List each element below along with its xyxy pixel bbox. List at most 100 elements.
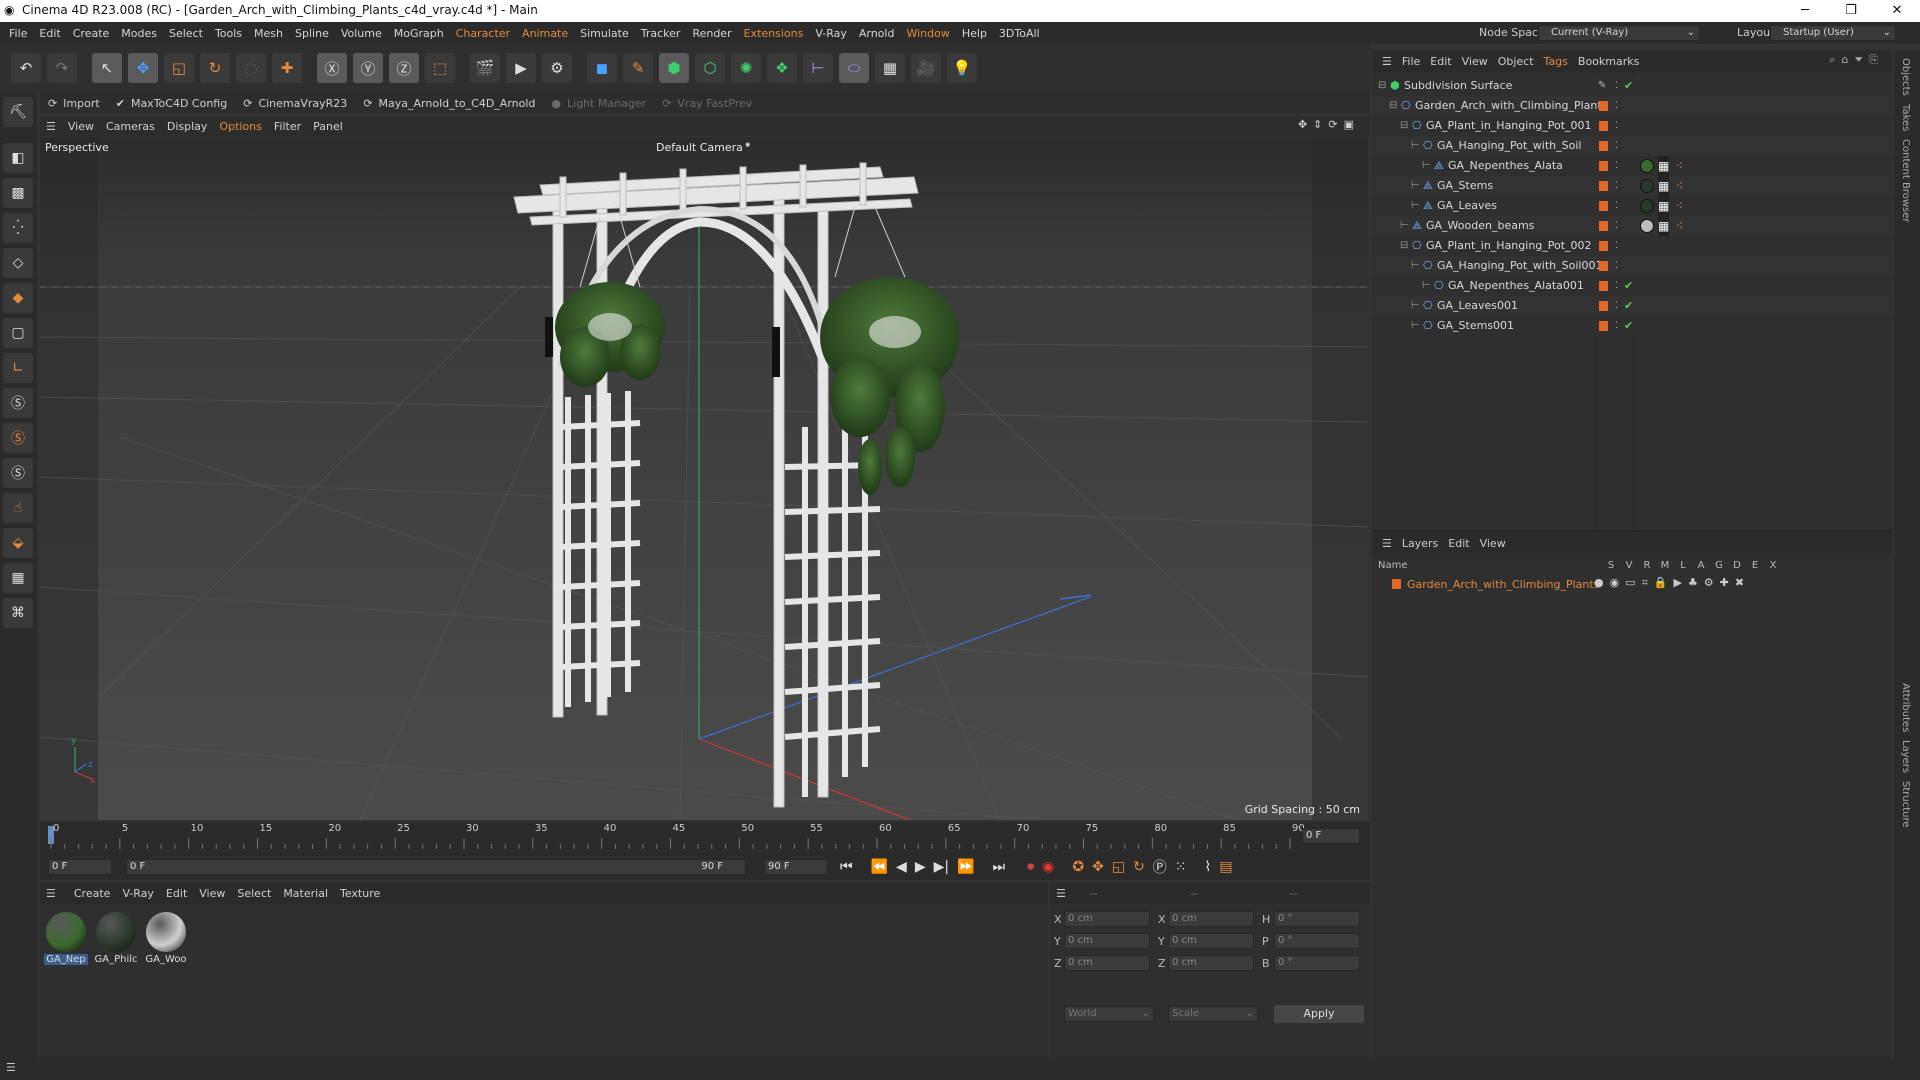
workplane-icon[interactable]: ⬙ bbox=[3, 528, 33, 558]
material-item[interactable]: GA_Philc bbox=[94, 912, 138, 965]
object-name[interactable]: GA_Stems001 bbox=[1437, 316, 1514, 336]
model-mode-icon[interactable]: ◧ bbox=[3, 143, 33, 173]
object-name[interactable]: GA_Plant_in_Hanging_Pot_002 bbox=[1426, 236, 1592, 256]
object-row[interactable]: ⊢ ⟁ GA_Nepenthes_Alata ⁚ ▦ ⁖ bbox=[1372, 156, 1892, 176]
menu-tracker[interactable]: Tracker bbox=[641, 27, 681, 40]
extrude-icon[interactable]: ⬡ bbox=[695, 53, 725, 83]
visibility-dots-icon[interactable]: ⁚ bbox=[1615, 196, 1618, 216]
object-menu-edit[interactable]: Edit bbox=[1430, 55, 1451, 68]
menu-volume[interactable]: Volume bbox=[341, 27, 382, 40]
material-tag-icon[interactable] bbox=[1640, 179, 1654, 193]
axis-mode-icon[interactable]: ∟ bbox=[3, 353, 33, 383]
world-select[interactable]: World ⌄ bbox=[1064, 1006, 1154, 1022]
visibility-dots-icon[interactable]: ⁚ bbox=[1615, 236, 1618, 256]
render-view-icon[interactable]: ▶ bbox=[506, 53, 536, 83]
object-row[interactable]: ⊟ ⎔ Garden_Arch_with_Climbing_Plants ⁚ bbox=[1372, 96, 1892, 116]
vray-tag-icon[interactable]: ⁖ bbox=[1676, 176, 1683, 196]
render-region-icon[interactable]: 🎬 bbox=[470, 53, 500, 83]
start-frame-field[interactable]: 0 F bbox=[48, 859, 112, 875]
autokey-icon[interactable]: ◉ bbox=[1042, 859, 1054, 875]
menu-mesh[interactable]: Mesh bbox=[254, 27, 283, 40]
undo-icon[interactable]: ↶ bbox=[11, 53, 41, 83]
menu-3dtoall[interactable]: 3DToAll bbox=[999, 27, 1040, 40]
material-item[interactable]: GA_Woo bbox=[144, 912, 188, 965]
object-name[interactable]: GA_Wooden_beams bbox=[1426, 216, 1534, 236]
import-button[interactable]: Import bbox=[63, 97, 100, 110]
object-name[interactable]: GA_Hanging_Pot_with_Soil001 bbox=[1437, 256, 1602, 276]
texture-tag-icon[interactable]: ▦ bbox=[1658, 156, 1670, 176]
enabled-check-icon[interactable]: ✔ bbox=[1624, 316, 1633, 336]
go-to-start-icon[interactable]: ⏮ bbox=[840, 859, 853, 875]
render-settings-icon[interactable]: ⚙ bbox=[542, 53, 572, 83]
object-row[interactable]: ⊟ ⎔ GA_Plant_in_Hanging_Pot_002 ⁚ bbox=[1372, 236, 1892, 256]
move-tool-icon[interactable]: ✥ bbox=[128, 53, 158, 83]
pen-icon[interactable]: ✎ bbox=[623, 53, 653, 83]
current-frame-field[interactable]: 0 F bbox=[1302, 828, 1360, 844]
object-row[interactable]: ⊟ ⬢ Subdivision Surface ✎ ⁚ ✔ bbox=[1372, 76, 1892, 96]
layer-color-swatch[interactable] bbox=[1599, 181, 1608, 191]
end-frame-field[interactable]: 90 F bbox=[764, 859, 828, 875]
menu-character[interactable]: Character bbox=[456, 27, 510, 40]
layer-color-swatch[interactable] bbox=[1599, 101, 1608, 111]
snap-icon[interactable]: Ⓢ bbox=[3, 388, 33, 418]
layer-menu-edit[interactable]: Edit bbox=[1448, 537, 1469, 550]
floor-icon[interactable]: ▦ bbox=[875, 53, 905, 83]
menu-arnold[interactable]: Arnold bbox=[859, 27, 895, 40]
hamburger-icon[interactable]: ☰ bbox=[1382, 55, 1392, 68]
prev-key-icon[interactable]: ⏪ bbox=[871, 859, 888, 875]
object-menu-view[interactable]: View bbox=[1462, 55, 1488, 68]
y-axis-icon[interactable]: Ⓨ bbox=[353, 53, 383, 83]
hamburger-icon[interactable]: ☰ bbox=[1382, 537, 1392, 550]
viewport-menu-panel[interactable]: Panel bbox=[313, 120, 343, 133]
object-name[interactable]: Garden_Arch_with_Climbing_Plants bbox=[1415, 96, 1607, 116]
rotate-tool-icon[interactable]: ↻ bbox=[200, 53, 230, 83]
menu-file[interactable]: File bbox=[9, 27, 27, 40]
layer-column-header[interactable]: A bbox=[1692, 560, 1710, 571]
menu-mograph[interactable]: MoGraph bbox=[394, 27, 444, 40]
visibility-dots-icon[interactable]: ⁚ bbox=[1615, 276, 1618, 296]
make-editable-icon[interactable]: ⛏ bbox=[3, 97, 33, 127]
coord-field[interactable]: 0 cm bbox=[1168, 955, 1254, 971]
close-button[interactable]: ✕ bbox=[1874, 0, 1920, 22]
grid-icon[interactable]: ▦ bbox=[3, 563, 33, 593]
coord-field[interactable]: 0 cm bbox=[1168, 911, 1254, 927]
object-row[interactable]: ⊢ ⎔ GA_Hanging_Pot_with_Soil ⁚ bbox=[1372, 136, 1892, 156]
light-manager-button[interactable]: Light Manager bbox=[567, 97, 646, 110]
minimize-button[interactable]: ─ bbox=[1782, 0, 1828, 22]
layer-color-swatch[interactable] bbox=[1599, 201, 1608, 211]
layer-color-swatch[interactable] bbox=[1599, 121, 1608, 131]
visibility-dots-icon[interactable]: ⁚ bbox=[1615, 96, 1618, 116]
object-name[interactable]: GA_Leaves bbox=[1437, 196, 1497, 216]
menu-help[interactable]: Help bbox=[962, 27, 987, 40]
maxtoc4d-button[interactable]: MaxToC4D Config bbox=[131, 97, 227, 110]
visibility-dots-icon[interactable]: ⁚ bbox=[1615, 216, 1618, 236]
apply-button[interactable]: Apply bbox=[1274, 1005, 1364, 1023]
vray-tag-icon[interactable]: ⁖ bbox=[1676, 156, 1683, 176]
vtab-takes[interactable]: Takes bbox=[1900, 104, 1911, 131]
visibility-dots-icon[interactable]: ⁚ bbox=[1615, 256, 1618, 276]
menu-select[interactable]: Select bbox=[169, 27, 203, 40]
arnold-convert-button[interactable]: Maya_Arnold_to_C4D_Arnold bbox=[379, 97, 536, 110]
object-name[interactable]: GA_Hanging_Pot_with_Soil bbox=[1437, 136, 1581, 156]
visibility-dots-icon[interactable]: ⁚ bbox=[1615, 316, 1618, 336]
layer-color-swatch[interactable] bbox=[1599, 241, 1608, 251]
material-tag-icon[interactable] bbox=[1640, 159, 1654, 173]
enabled-check-icon[interactable]: ✔ bbox=[1624, 76, 1633, 96]
enabled-check-icon[interactable]: ✔ bbox=[1624, 296, 1633, 316]
layer-color-swatch[interactable] bbox=[1599, 221, 1608, 231]
menu-create[interactable]: Create bbox=[73, 27, 110, 40]
layer-color-swatch[interactable] bbox=[1392, 579, 1401, 589]
object-menu-bookmarks[interactable]: Bookmarks bbox=[1578, 55, 1639, 68]
visibility-dots-icon[interactable]: ⁚ bbox=[1615, 296, 1618, 316]
object-row[interactable]: ⊢ ⟁ GA_Leaves ⁚ ▦ ⁖ bbox=[1372, 196, 1892, 216]
key-scale-icon[interactable]: ◱ bbox=[1112, 859, 1125, 875]
visibility-dots-icon[interactable]: ⁚ bbox=[1615, 76, 1618, 96]
preview-range-slider[interactable]: 0 F 90 F bbox=[126, 859, 746, 875]
object-menu-file[interactable]: File bbox=[1402, 55, 1420, 68]
viewport-menu-cameras[interactable]: Cameras bbox=[106, 120, 155, 133]
menu-window[interactable]: Window bbox=[906, 27, 949, 40]
lock-workplane-icon[interactable]: ⌘ bbox=[3, 598, 33, 628]
camera-icon[interactable]: 🎥 bbox=[911, 53, 941, 83]
layer-column-header[interactable]: S bbox=[1602, 560, 1620, 571]
layer-color-swatch[interactable] bbox=[1599, 141, 1608, 151]
